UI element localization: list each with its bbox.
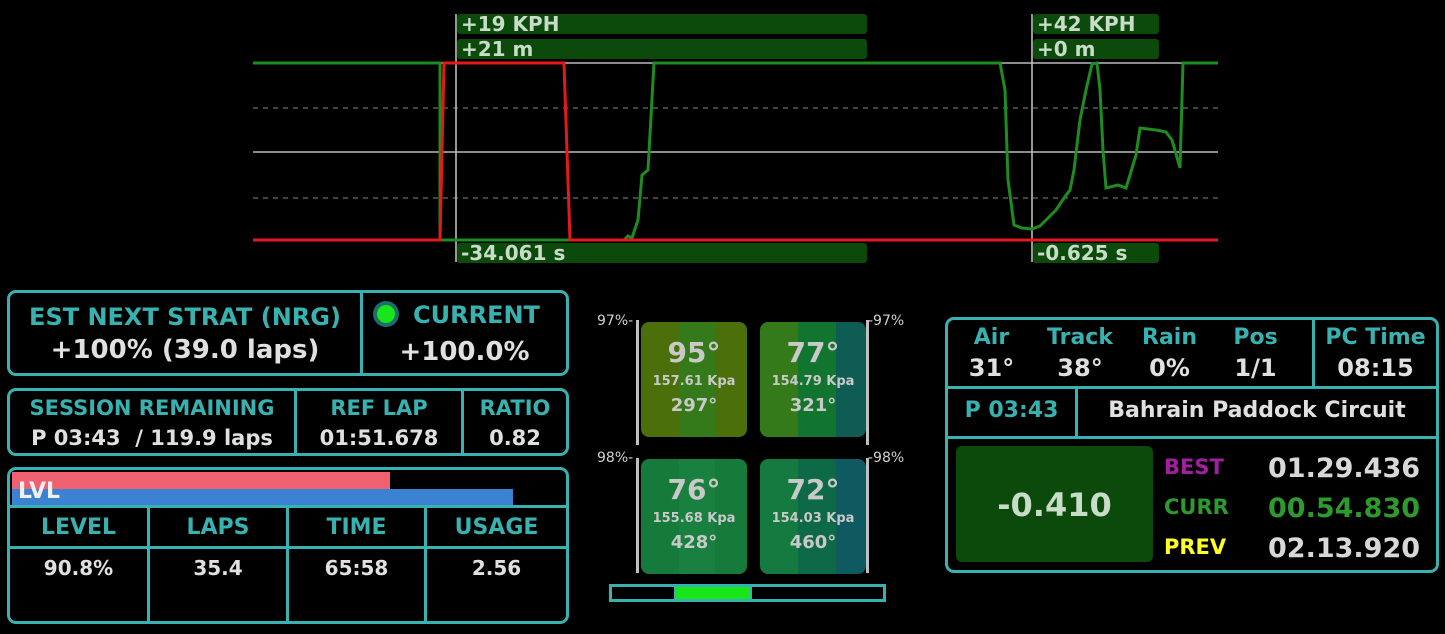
ratio-value: 0.82 — [489, 426, 541, 450]
tyre-rr-pressure: 154.03 Kpa — [771, 511, 855, 526]
tyre-widget: 97%- -97% 98%- -98% 95° 157.61 Kpa 297° … — [595, 310, 910, 610]
fuel-panel: LVL LEVEL LAPS TIME USAGE 90.8% 35.4 65:… — [7, 467, 569, 624]
track-label: Track — [1047, 325, 1113, 350]
ref-lap-label: REF LAP — [330, 396, 428, 420]
fuel-header-level: LEVEL — [40, 515, 117, 540]
pc-time-value: 08:15 — [1337, 354, 1414, 382]
fuel-header-usage: USAGE — [454, 515, 539, 540]
fuel-value-usage: 2.56 — [471, 556, 522, 580]
fuel-value-laps: 35.4 — [193, 556, 243, 580]
pos-value: 1/1 — [1234, 354, 1277, 382]
tyre-rear-left: 76° 155.68 Kpa 428° — [641, 459, 747, 574]
prev-value: 02.13.920 — [1268, 533, 1421, 564]
fuel-header-laps: LAPS — [186, 515, 250, 540]
front-left-wear: 97%- — [597, 313, 634, 329]
pc-time-label: PC Time — [1325, 325, 1426, 350]
fuel-header-time: TIME — [326, 515, 387, 540]
tyre-fr-brake: 321° — [789, 395, 837, 416]
ref-lap-value: 01:51.678 — [319, 426, 439, 450]
fuel-bar-blue — [12, 489, 513, 505]
tyre-rr-temp: 72° — [786, 473, 840, 506]
balance-bar — [609, 584, 886, 602]
fuel-bar-label: LVL — [18, 479, 61, 504]
lap-delta-value: -0.410 — [997, 486, 1112, 524]
air-value: 31° — [968, 354, 1015, 382]
best-label: BEST — [1164, 455, 1224, 479]
pos-label: Pos — [1233, 325, 1278, 350]
prev-label: PREV — [1164, 535, 1227, 559]
tyre-fr-pressure: 154.79 Kpa — [771, 374, 855, 389]
tyre-fr-temp: 77° — [786, 336, 840, 369]
track-value: 38° — [1057, 354, 1103, 382]
rear-right-wear: -98% — [868, 450, 905, 466]
tyre-fl-pressure: 157.61 Kpa — [652, 374, 736, 389]
time-delta-left: -34.061 s — [457, 243, 867, 263]
session-remaining-value: P 03:43 / 119.9 laps — [31, 426, 273, 450]
tyre-fl-brake: 297° — [670, 395, 718, 416]
strat-panel: EST NEXT STRAT (NRG) +100% (39.0 laps) C… — [7, 290, 569, 376]
rain-value: 0% — [1149, 354, 1190, 382]
fuel-value-time: 65:58 — [324, 556, 389, 580]
speed-delta-right: +42 KPH — [1033, 14, 1159, 34]
est-next-strat-label: EST NEXT STRAT (NRG) — [29, 303, 341, 331]
tyre-rear-right: 72° 154.03 Kpa 460° — [760, 459, 866, 574]
current-indicator-icon — [373, 301, 399, 327]
time-delta-right: -0.625 s — [1033, 243, 1159, 263]
front-right-wear: -97% — [868, 313, 905, 329]
tyre-rr-brake: 460° — [789, 532, 837, 553]
tyre-front-right: 77° 154.79 Kpa 321° — [760, 322, 866, 437]
best-value: 01.29.436 — [1268, 453, 1421, 484]
air-label: Air — [973, 325, 1010, 350]
curr-label: CURR — [1164, 495, 1229, 519]
speed-delta-left: +19 KPH — [457, 14, 867, 34]
fuel-value-level: 90.8% — [43, 556, 114, 580]
est-next-strat-value: +100% (39.0 laps) — [50, 335, 320, 365]
tyre-rl-temp: 76° — [667, 473, 721, 506]
tyre-rl-brake: 428° — [670, 532, 718, 553]
curr-value: 00.54.830 — [1268, 493, 1421, 524]
weather-panel: Air 31° Track 38° Rain 0% Pos 1/1 PC Tim… — [945, 317, 1439, 573]
session-panel: SESSION REMAINING P 03:43 / 119.9 laps R… — [7, 388, 569, 456]
current-label: CURRENT — [413, 301, 540, 329]
tyre-rl-pressure: 155.68 Kpa — [652, 511, 736, 526]
session-remaining-label: SESSION REMAINING — [29, 396, 275, 420]
ratio-label: RATIO — [479, 396, 551, 420]
track-name: Bahrain Paddock Circuit — [1108, 398, 1406, 423]
tyre-front-left: 95° 157.61 Kpa 297° — [641, 322, 747, 437]
balance-indicator — [676, 587, 750, 599]
distance-delta-right: +0 m — [1033, 39, 1159, 59]
current-value: +100.0% — [399, 337, 530, 367]
distance-delta-left: +21 m — [457, 39, 867, 59]
rain-label: Rain — [1142, 325, 1197, 350]
lap-delta: -0.410 — [956, 446, 1153, 562]
fuel-bar-red — [12, 472, 390, 489]
tyre-fl-temp: 95° — [667, 336, 721, 369]
rear-left-wear: 98%- — [597, 450, 634, 466]
session-time: P 03:43 — [964, 398, 1059, 423]
